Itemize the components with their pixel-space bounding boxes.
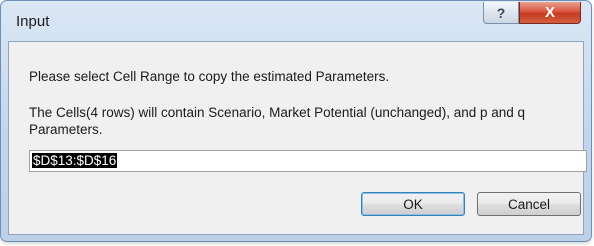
input-dialog-window: Input ? X Please select Cell Range to co… <box>0 0 592 242</box>
dialog-content: Please select Cell Range to copy the est… <box>8 41 587 235</box>
cell-range-value: $D$13:$D$16 <box>32 153 118 168</box>
cancel-button[interactable]: Cancel <box>477 192 581 216</box>
help-button[interactable]: ? <box>483 2 519 24</box>
close-button[interactable]: X <box>519 2 581 24</box>
cell-range-input[interactable]: $D$13:$D$16 <box>29 150 587 172</box>
ok-button[interactable]: OK <box>361 192 465 216</box>
window-title: Input <box>16 13 50 30</box>
description-text: The Cells(4 rows) will contain Scenario,… <box>29 105 526 137</box>
help-icon: ? <box>496 4 506 21</box>
prompt-text: Please select Cell Range to copy the est… <box>29 69 390 84</box>
close-icon: X <box>544 4 555 21</box>
